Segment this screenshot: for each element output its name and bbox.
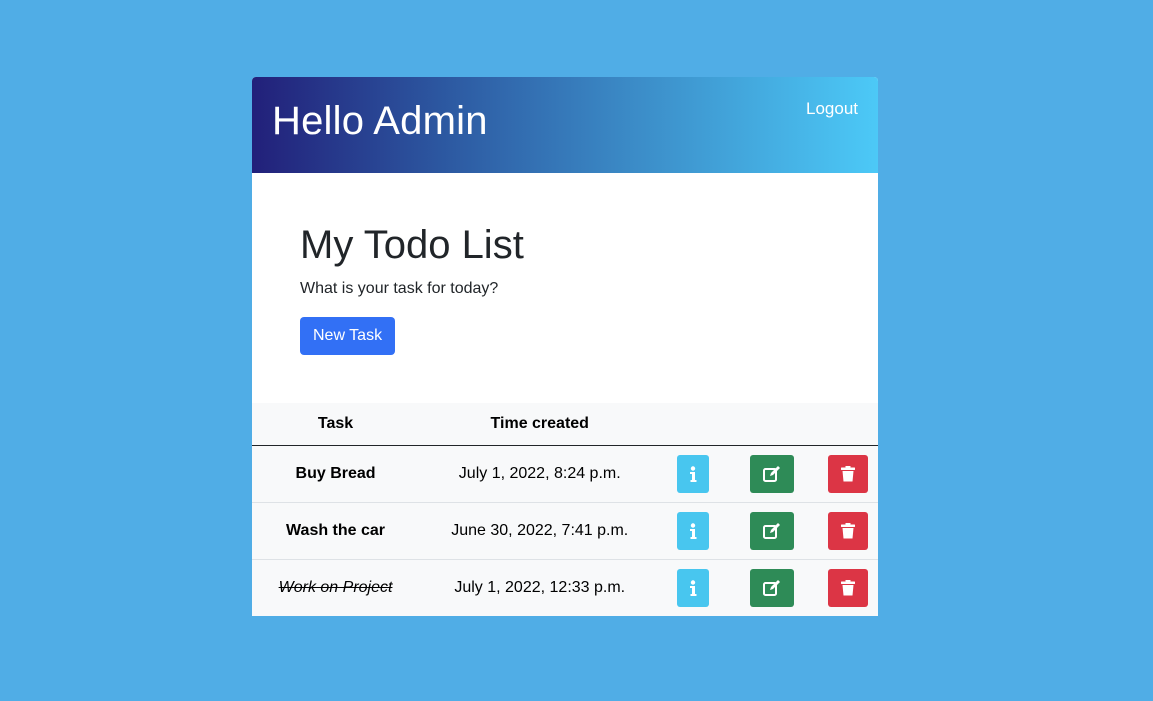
trash-icon	[841, 580, 856, 596]
new-task-button[interactable]: New Task	[300, 317, 396, 355]
info-icon	[690, 466, 697, 482]
edit-cell	[726, 560, 819, 617]
info-icon	[690, 580, 697, 596]
table-row: Work on Project July 1, 2022, 12:33 p.m.	[252, 560, 878, 617]
delete-button[interactable]	[828, 512, 869, 550]
table-row: Wash the car June 30, 2022, 7:41 p.m.	[252, 502, 878, 560]
column-header-delete	[818, 403, 878, 446]
info-button[interactable]	[677, 569, 710, 607]
delete-cell	[818, 445, 878, 503]
delete-button[interactable]	[828, 455, 869, 493]
delete-cell	[818, 560, 878, 617]
table-header-row: Task Time created	[252, 403, 878, 446]
info-icon	[690, 523, 697, 539]
table-row: Buy Bread July 1, 2022, 8:24 p.m.	[252, 445, 878, 503]
page-subtitle: What is your task for today?	[300, 280, 499, 297]
delete-cell	[818, 502, 878, 560]
edit-cell	[725, 502, 819, 560]
trash-icon	[841, 466, 856, 482]
page-title: My Todo List	[300, 223, 524, 267]
task-time: July 1, 2022, 12:33 p.m.	[454, 579, 626, 596]
edit-icon	[763, 580, 781, 596]
info-cell	[660, 502, 726, 560]
header-banner: Hello Admin Logout	[252, 77, 878, 173]
task-name: Work on Project	[278, 579, 393, 596]
edit-icon	[763, 523, 781, 539]
hero-section: My Todo List What is your task for today…	[252, 173, 878, 403]
edit-button[interactable]	[750, 512, 795, 550]
task-time: June 30, 2022, 7:41 p.m.	[419, 502, 661, 560]
task-name: Buy Bread	[252, 445, 420, 503]
greeting-title: Hello Admin	[272, 99, 488, 143]
edit-icon	[763, 466, 781, 482]
logout-link[interactable]: Logout	[806, 99, 858, 119]
info-cell	[660, 445, 726, 503]
task-time: July 1, 2022, 8:24 p.m.	[419, 445, 661, 503]
column-header-time: Time created	[419, 403, 661, 446]
edit-button[interactable]	[750, 455, 795, 493]
info-cell	[660, 560, 725, 617]
column-header-info	[660, 403, 726, 446]
trash-icon	[841, 523, 856, 539]
info-button[interactable]	[677, 455, 710, 493]
column-header-task: Task	[252, 403, 420, 446]
task-table: Task Time created Buy Bread July 1, 2022…	[252, 403, 878, 616]
column-header-edit	[725, 403, 819, 446]
delete-button[interactable]	[828, 569, 869, 607]
edit-button[interactable]	[750, 569, 795, 607]
task-name: Wash the car	[252, 502, 420, 560]
info-button[interactable]	[677, 512, 710, 550]
todo-card: Hello Admin Logout My Todo List What is …	[252, 77, 878, 616]
edit-cell	[725, 445, 819, 503]
